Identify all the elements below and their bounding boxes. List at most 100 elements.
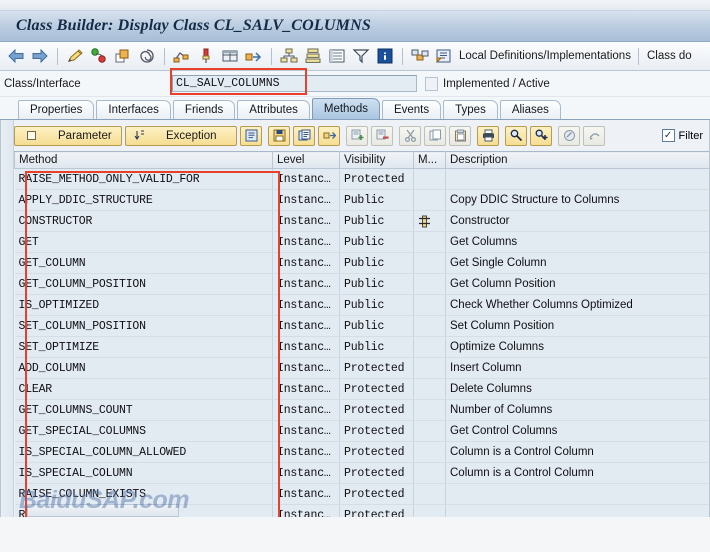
- print-icon[interactable]: [477, 125, 499, 146]
- pin-icon[interactable]: [194, 44, 218, 68]
- back-arrow-icon[interactable]: [4, 44, 28, 68]
- cell-method[interactable]: IS_SPECIAL_COLUMN_ALLOWED: [14, 441, 273, 463]
- cell-method[interactable]: GET: [14, 231, 273, 253]
- find-next-icon[interactable]: [530, 125, 552, 146]
- tab-strip[interactable]: Properties Interfaces Friends Attributes…: [0, 97, 710, 120]
- find-icon[interactable]: [505, 125, 527, 146]
- pattern-icon[interactable]: [135, 44, 159, 68]
- column-header-visibility[interactable]: Visibility: [339, 151, 414, 169]
- cell-m: [413, 483, 446, 505]
- table-row[interactable]: GET_COLUMNS_COUNT Instanc… Protected Number…: [14, 399, 709, 421]
- cut-icon[interactable]: [399, 125, 421, 146]
- copy-method-icon[interactable]: [293, 125, 315, 146]
- cell-visibility: Public: [339, 189, 414, 211]
- cell-level: Instanc…: [272, 483, 340, 505]
- tab-interfaces[interactable]: Interfaces: [96, 100, 171, 119]
- cell-m[interactable]: [413, 210, 446, 232]
- table-row[interactable]: GET_COLUMN Instanc… Public Get Single Colum…: [14, 252, 709, 274]
- activate-icon[interactable]: [111, 44, 135, 68]
- display-object-list-icon[interactable]: [218, 44, 242, 68]
- cell-method[interactable]: IS_OPTIMIZED: [14, 294, 273, 316]
- tab-attributes[interactable]: Attributes: [237, 100, 310, 119]
- class-hierarchy-icon[interactable]: [277, 44, 301, 68]
- table-row[interactable]: GET_SPECIAL_COLUMNS Instanc… Protected Get …: [14, 420, 709, 442]
- cell-method[interactable]: GET_COLUMN: [14, 252, 273, 274]
- where-used-list-icon[interactable]: [170, 44, 194, 68]
- inheritance-icon[interactable]: [301, 44, 325, 68]
- local-definitions-label[interactable]: Local Definitions/Implementations: [459, 50, 631, 62]
- cell-method[interactable]: IS_SPECIAL_COLUMN: [14, 462, 273, 484]
- table-row[interactable]: GET_COLUMN_POSITION Instanc… Public Get Col…: [14, 273, 709, 295]
- table-row[interactable]: CONSTRUCTOR Instanc… Public Constructor: [14, 210, 709, 232]
- cell-method[interactable]: GET_SPECIAL_COLUMNS: [14, 420, 273, 442]
- column-header-m[interactable]: M...: [413, 151, 446, 169]
- filter-toggle[interactable]: ✓ Filter: [661, 129, 709, 142]
- paste-icon[interactable]: [449, 125, 471, 146]
- cell-method[interactable]: CLEAR: [14, 378, 273, 400]
- column-header-method[interactable]: Method: [14, 151, 273, 169]
- tab-methods[interactable]: Methods: [311, 98, 380, 119]
- left-gutter: [1, 120, 14, 517]
- undo-redefine-icon[interactable]: [583, 125, 605, 146]
- cell-method[interactable]: CONSTRUCTOR: [14, 210, 273, 232]
- table-row[interactable]: RAISE_METHOD_ONLY_VALID_FOR Instanc… Prote…: [14, 168, 709, 190]
- main-toolbar[interactable]: Local Definitions/Implementations Class …: [0, 42, 710, 71]
- class-documentation-label[interactable]: Class do: [647, 50, 692, 62]
- column-header-description[interactable]: Description: [445, 151, 709, 169]
- cell-m: [413, 420, 446, 442]
- methods-grid[interactable]: Method Level Visibility M... Description…: [14, 151, 709, 517]
- horizontal-scrollbar[interactable]: [27, 504, 179, 517]
- copy-icon[interactable]: [424, 125, 446, 146]
- method-documentation-icon[interactable]: [240, 125, 262, 146]
- table-row[interactable]: CLEAR Instanc… Protected Delete Columns: [14, 378, 709, 400]
- table-row[interactable]: IS_OPTIMIZED Instanc… Public Check Whether …: [14, 294, 709, 316]
- info-icon[interactable]: [373, 44, 397, 68]
- local-definitions-icon[interactable]: [432, 44, 456, 68]
- table-row[interactable]: SET_COLUMN_POSITION Instanc… Public Set Col…: [14, 315, 709, 337]
- tab-friends[interactable]: Friends: [172, 100, 236, 119]
- forward-arrow-icon[interactable]: [28, 44, 52, 68]
- filter-icon[interactable]: [349, 44, 373, 68]
- table-row[interactable]: GET Instanc… Public Get Columns: [14, 231, 709, 253]
- save-layout-icon[interactable]: [268, 125, 290, 146]
- cell-method[interactable]: GET_COLUMNS_COUNT: [14, 399, 273, 421]
- cell-level: Instanc…: [272, 420, 340, 442]
- expand-icon[interactable]: [318, 125, 340, 146]
- exception-button[interactable]: Exception: [125, 125, 237, 146]
- class-interface-input[interactable]: CL_SALV_COLUMNS: [172, 75, 417, 92]
- tab-types[interactable]: Types: [443, 100, 498, 119]
- hierarchy-icon[interactable]: [418, 215, 441, 228]
- cell-method[interactable]: RAISE_COLUMN_EXISTS: [14, 483, 273, 505]
- list-icon[interactable]: [325, 44, 349, 68]
- cell-method[interactable]: ADD_COLUMN: [14, 357, 273, 379]
- tab-properties[interactable]: Properties: [18, 100, 95, 119]
- cell-description: [445, 483, 709, 505]
- redefine-icon[interactable]: [558, 125, 580, 146]
- tab-aliases[interactable]: Aliases: [499, 100, 561, 119]
- insert-row-icon[interactable]: [346, 125, 368, 146]
- cell-method[interactable]: RAISE_METHOD_ONLY_VALID_FOR: [14, 168, 273, 190]
- cell-method[interactable]: GET_COLUMN_POSITION: [14, 273, 273, 295]
- column-header-level[interactable]: Level: [272, 151, 340, 169]
- check-syntax-icon[interactable]: [87, 44, 111, 68]
- pencil-edit-icon[interactable]: [63, 44, 87, 68]
- table-row[interactable]: IS_SPECIAL_COLUMN_ALLOWED Instanc… Protect…: [14, 441, 709, 463]
- table-row[interactable]: ADD_COLUMN Instanc… Protected Insert Column: [14, 357, 709, 379]
- cell-method[interactable]: SET_OPTIMIZE: [14, 336, 273, 358]
- cell-method[interactable]: SET_COLUMN_POSITION: [14, 315, 273, 337]
- tab-events[interactable]: Events: [381, 100, 442, 119]
- parameter-button[interactable]: Parameter: [14, 125, 122, 146]
- cell-level: Instanc…: [272, 315, 340, 337]
- navigate-icon[interactable]: [242, 44, 266, 68]
- methods-table: Method Level Visibility M... Description…: [14, 151, 709, 517]
- delete-row-icon[interactable]: [371, 125, 393, 146]
- filter-checkbox[interactable]: ✓: [661, 129, 675, 142]
- refactor-icon[interactable]: [408, 44, 432, 68]
- table-row[interactable]: RAISE_COLUMN_EXISTS Instanc… Protected: [14, 483, 709, 505]
- table-row[interactable]: IS_SPECIAL_COLUMN Instanc… Protected Column…: [14, 462, 709, 484]
- cell-method[interactable]: APPLY_DDIC_STRUCTURE: [14, 189, 273, 211]
- table-row[interactable]: APPLY_DDIC_STRUCTURE Instanc… Public Copy D…: [14, 189, 709, 211]
- cell-m: [413, 231, 446, 253]
- table-row[interactable]: SET_OPTIMIZE Instanc… Public Optimize Colum…: [14, 336, 709, 358]
- methods-button-bar[interactable]: Parameter Exception ✓ Filter: [14, 123, 709, 148]
